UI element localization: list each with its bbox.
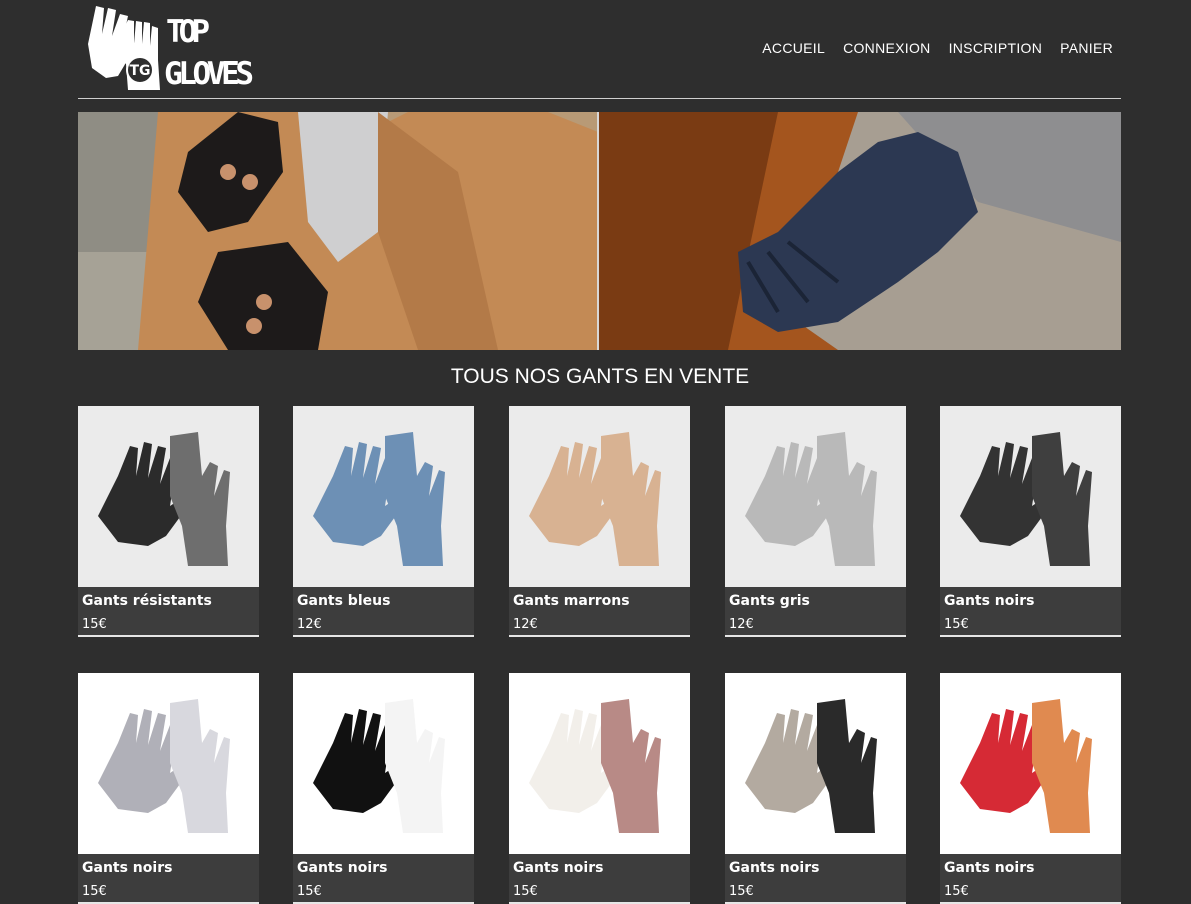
logo-line2: GLOVES	[164, 56, 254, 92]
product-card[interactable]: Gants noirs 15€	[940, 406, 1121, 637]
product-price: 15€	[82, 617, 107, 632]
product-name[interactable]: Gants noirs	[513, 860, 603, 876]
product-image[interactable]	[725, 406, 906, 587]
product-image[interactable]	[293, 673, 474, 854]
product-card[interactable]: Gants noirs 15€	[509, 673, 690, 904]
product-name[interactable]: Gants noirs	[729, 860, 819, 876]
logo-mark: TG	[129, 63, 150, 79]
product-name[interactable]: Gants noirs	[297, 860, 387, 876]
product-card[interactable]: Gants bleus 12€	[293, 406, 474, 637]
section-title: TOUS NOS GANTS EN VENTE	[450, 365, 750, 388]
product-name[interactable]: Gants bleus	[297, 593, 390, 609]
product-name[interactable]: Gants résistants	[82, 593, 212, 609]
product-image[interactable]	[293, 406, 474, 587]
product-image[interactable]	[78, 673, 259, 854]
product-card[interactable]: Gants noirs 15€	[293, 673, 474, 904]
product-image[interactable]	[940, 406, 1121, 587]
nav-panier[interactable]: PANIER	[1060, 40, 1113, 56]
product-card[interactable]: Gants noirs 15€	[725, 673, 906, 904]
product-image[interactable]	[78, 406, 259, 587]
nav-connexion[interactable]: CONNEXION	[843, 40, 931, 56]
product-price: 12€	[513, 617, 538, 632]
main-nav: ACCUEIL CONNEXION INSCRIPTION PANIER	[762, 40, 1113, 56]
hero-image	[78, 112, 1121, 350]
product-name[interactable]: Gants marrons	[513, 593, 630, 609]
product-price: 15€	[513, 884, 538, 899]
product-price: 12€	[297, 617, 322, 632]
product-price: 15€	[944, 884, 969, 899]
product-image[interactable]	[940, 673, 1121, 854]
card-divider	[725, 635, 906, 637]
product-card[interactable]: Gants marrons 12€	[509, 406, 690, 637]
product-card[interactable]: Gants noirs 15€	[78, 673, 259, 904]
product-price: 15€	[944, 617, 969, 632]
product-image[interactable]	[725, 673, 906, 854]
hero-banner	[78, 112, 1121, 350]
product-price: 12€	[729, 617, 754, 632]
product-image[interactable]	[509, 406, 690, 587]
product-price: 15€	[82, 884, 107, 899]
product-image[interactable]	[509, 673, 690, 854]
product-price: 15€	[729, 884, 754, 899]
card-divider	[78, 635, 259, 637]
logo-line1: TOP	[166, 14, 210, 50]
card-divider	[940, 635, 1121, 637]
nav-accueil[interactable]: ACCUEIL	[762, 40, 825, 56]
card-divider	[509, 635, 690, 637]
product-card[interactable]: Gants résistants 15€	[78, 406, 259, 637]
brand-logo[interactable]: TG TOP GLOVES	[78, 4, 258, 94]
product-card[interactable]: Gants noirs 15€	[940, 673, 1121, 904]
product-name[interactable]: Gants noirs	[944, 593, 1034, 609]
product-name[interactable]: Gants gris	[729, 593, 810, 609]
product-name[interactable]: Gants noirs	[944, 860, 1034, 876]
site-header: TG TOP GLOVES ACCUEIL CONNEXION INSCRIPT…	[78, 0, 1121, 99]
nav-inscription[interactable]: INSCRIPTION	[949, 40, 1043, 56]
card-divider	[293, 635, 474, 637]
product-price: 15€	[297, 884, 322, 899]
product-name[interactable]: Gants noirs	[82, 860, 172, 876]
product-card[interactable]: Gants gris 12€	[725, 406, 906, 637]
